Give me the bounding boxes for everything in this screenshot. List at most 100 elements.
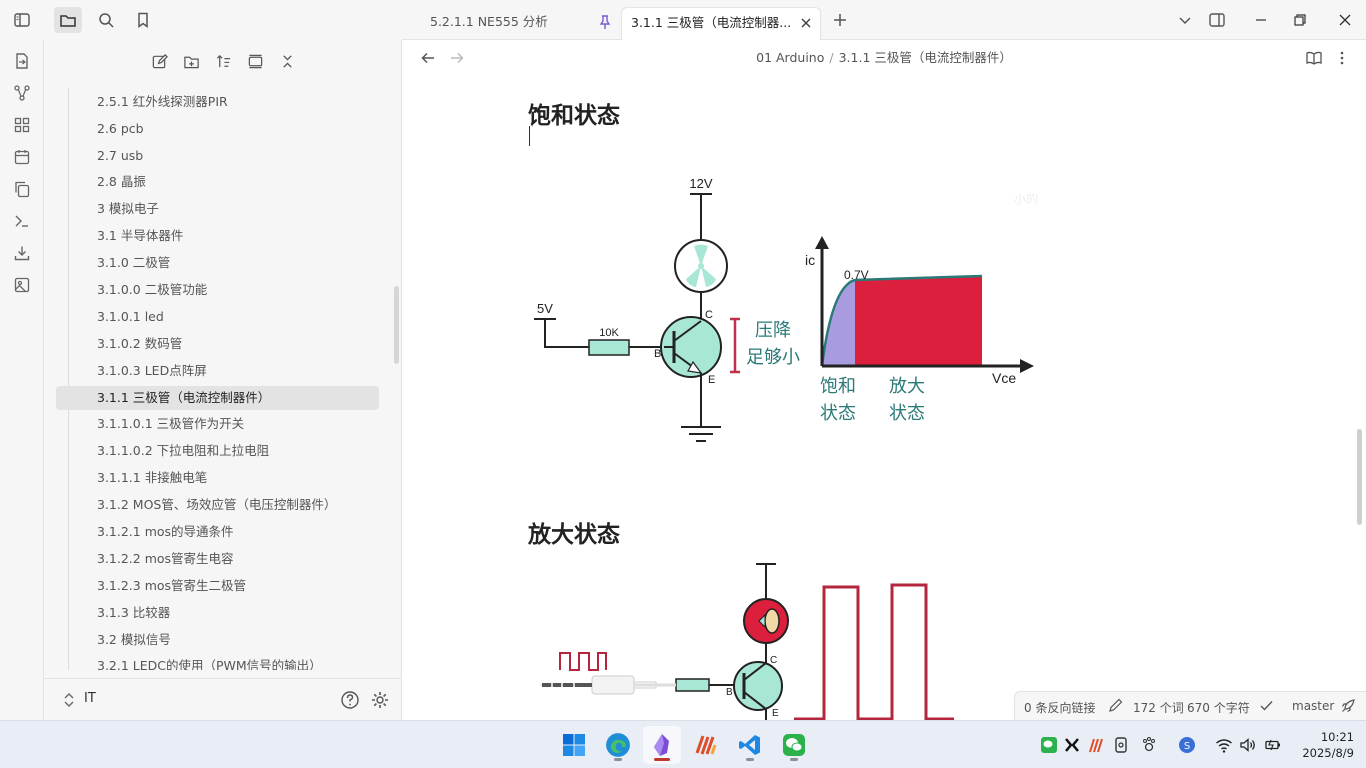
tree-item[interactable]: 3.1.3 比较器	[56, 601, 379, 625]
left-top-bar	[0, 0, 402, 40]
gear-icon[interactable]	[370, 690, 390, 710]
toggle-sidebar-button[interactable]	[8, 7, 36, 33]
tray-box-icon[interactable]	[1112, 736, 1130, 754]
open-canvas[interactable]	[9, 112, 35, 138]
more-options-icon[interactable]	[1334, 50, 1350, 66]
new-folder-button[interactable]	[179, 49, 203, 73]
tree-item[interactable]: 2.5.1 红外线探测器PIR	[56, 90, 379, 114]
tab-transistor[interactable]: 3.1.1 三极管（电流控制器...	[621, 7, 821, 40]
axis-x-label: Vce	[992, 370, 1016, 386]
open-daily-note[interactable]	[9, 144, 35, 170]
arrow-left-icon[interactable]	[420, 50, 436, 66]
pin-e-label: E	[772, 708, 779, 719]
stripes-app-icon	[695, 735, 717, 755]
volume-icon[interactable]	[1239, 736, 1257, 754]
help-icon[interactable]	[340, 690, 360, 710]
tree-item[interactable]: 2.6 pcb	[56, 117, 379, 141]
file-explorer-button[interactable]	[54, 7, 82, 33]
tree-item[interactable]: 3.2 模拟信号	[56, 628, 379, 652]
arrow-right-icon[interactable]	[449, 50, 465, 66]
tree-item[interactable]: 2.7 usb	[56, 144, 379, 168]
tab-bar: 5.2.1.1 NE555 分析 3.1.1 三极管（电流控制器...	[402, 0, 1366, 40]
tree-item[interactable]: 3.1.0.2 数码管	[56, 332, 379, 356]
search-button[interactable]	[92, 7, 120, 33]
tree-item[interactable]: 3.1 半导体器件	[56, 224, 379, 248]
taskbar-wechat[interactable]	[775, 726, 813, 764]
vscode-icon	[739, 735, 760, 755]
breadcrumb-folder[interactable]: 01 Arduino	[756, 50, 824, 65]
clock[interactable]: 10:21 2025/8/9	[1292, 729, 1354, 761]
output-waveform	[794, 583, 954, 720]
tab-label: 5.2.1.1 NE555 分析	[430, 14, 548, 29]
tree-item[interactable]: 3.2.1 LEDC的使用（PWM信号的输出）	[56, 654, 379, 670]
bookmarks-button[interactable]	[129, 7, 157, 33]
obsidian-window: 2.5.1 红外线探测器PIR 2.6 pcb 2.7 usb 2.8 晶振 3…	[0, 0, 1366, 720]
right-sidebar-icon[interactable]	[1208, 11, 1226, 29]
insert-template[interactable]	[9, 176, 35, 202]
tree-item[interactable]: 3.1.1.1 非接触电笔	[56, 466, 379, 490]
wifi-icon[interactable]	[1215, 736, 1233, 754]
tree-item[interactable]: 3.1.0.3 LED点阵屏	[56, 359, 379, 383]
tree-item[interactable]: 2.8 晶振	[56, 170, 379, 194]
chevron-down-icon[interactable]	[1176, 11, 1194, 29]
windows-logo-icon	[563, 734, 585, 756]
ime-icon[interactable]: S	[1178, 736, 1196, 754]
collapse-all-button[interactable]	[275, 49, 299, 73]
tree-item[interactable]: 3 模拟电子	[56, 197, 379, 221]
tree-item[interactable]: 3.1.2.1 mos的导通条件	[56, 520, 379, 544]
taskbar-edge[interactable]	[599, 726, 637, 764]
tree-item[interactable]: 3.1.2.2 mos管寄生电容	[56, 547, 379, 571]
editor-scrollbar[interactable]	[1357, 429, 1362, 525]
open-graph-view[interactable]	[9, 80, 35, 106]
tray-app-icon[interactable]	[1063, 736, 1081, 754]
edit-icon	[152, 53, 168, 68]
tree-item[interactable]: 3.1.1.0.1 三极管作为开关	[56, 412, 379, 436]
pin-icon[interactable]	[598, 14, 612, 30]
breadcrumb-file[interactable]: 3.1.1 三极管（电流控制器件）	[839, 50, 1012, 65]
tree-item-active[interactable]: 3.1.1 三极管（电流控制器件）	[56, 386, 379, 410]
start-button[interactable]	[555, 726, 593, 764]
new-note-button[interactable]	[147, 49, 171, 73]
wechat-tray-icon[interactable]	[1040, 736, 1058, 754]
open-command-palette[interactable]	[9, 208, 35, 234]
edge-icon	[606, 733, 630, 757]
panel-icon	[248, 54, 262, 68]
image-button[interactable]	[9, 272, 35, 298]
close-icon[interactable]	[798, 15, 814, 31]
note-editor[interactable]: 饱和状态 小的 12V 5V 10K B C E 压降 足够小 ic Vce 0…	[402, 76, 1366, 720]
audio-jack-icon	[540, 675, 676, 695]
taskbar-obsidian[interactable]	[643, 726, 681, 764]
git-branch[interactable]: master	[1292, 699, 1334, 713]
sort-button[interactable]	[211, 49, 235, 73]
window-close-icon[interactable]	[1336, 11, 1354, 29]
stripes-tray-icon[interactable]	[1087, 736, 1105, 754]
tree-item[interactable]: 3.1.0.1 led	[56, 305, 379, 329]
reading-view-icon[interactable]	[1305, 49, 1323, 67]
minimize-icon[interactable]	[1252, 11, 1270, 29]
tree-item[interactable]: 3.1.2 MOS管、场效应管（电压控制器件）	[56, 493, 379, 517]
plus-icon[interactable]	[831, 11, 849, 29]
pencil-icon[interactable]	[1108, 698, 1123, 713]
tree-item[interactable]: 3.1.0.0 二极管功能	[56, 278, 379, 302]
sidebar-scrollbar[interactable]	[394, 286, 399, 364]
check-icon[interactable]	[1259, 698, 1274, 713]
tab-ne555[interactable]: 5.2.1.1 NE555 分析	[416, 7, 616, 40]
rocket-icon[interactable]	[1341, 698, 1356, 713]
taskbar-vscode[interactable]	[731, 726, 769, 764]
vault-name[interactable]: IT	[84, 691, 96, 706]
tree-item[interactable]: 3.1.1.0.2 下拉电阻和上拉电阻	[56, 439, 379, 463]
tray-paw-icon[interactable]	[1140, 736, 1158, 754]
chevron-up-down-icon[interactable]	[62, 692, 76, 708]
backlinks-count[interactable]: 0 条反向链接	[1024, 699, 1095, 716]
tree-item[interactable]: 3.1.0 二极管	[56, 251, 379, 275]
auto-reveal-button[interactable]	[243, 49, 267, 73]
search-icon	[99, 13, 114, 28]
tree-item[interactable]: 3.1.2.3 mos管寄生二极管	[56, 574, 379, 598]
battery-icon[interactable]	[1264, 736, 1282, 754]
restore-icon[interactable]	[1291, 11, 1309, 29]
import-button[interactable]	[9, 240, 35, 266]
amplification-label-2: 状态	[889, 403, 925, 424]
collapse-icon	[282, 54, 292, 68]
taskbar-app[interactable]	[687, 726, 725, 764]
open-quick-switcher[interactable]	[9, 48, 35, 74]
